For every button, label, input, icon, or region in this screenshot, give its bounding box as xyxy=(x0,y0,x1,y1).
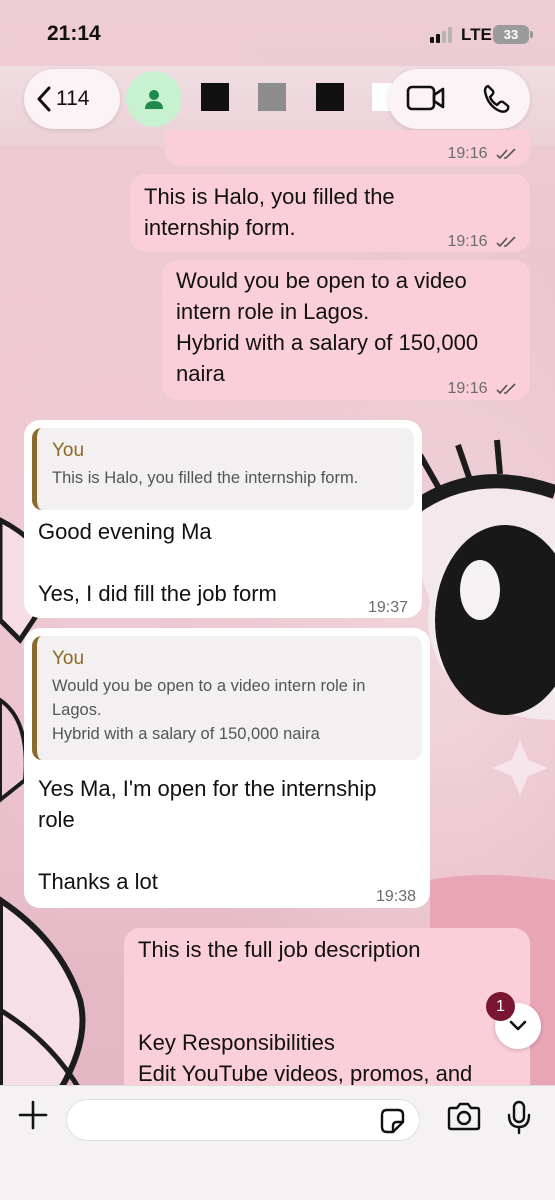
microphone-icon[interactable] xyxy=(506,1100,532,1136)
message-meta: 19:16 xyxy=(448,226,519,257)
quoted-message[interactable]: You This is Halo, you filled the interns… xyxy=(32,428,414,510)
unread-badge: 1 xyxy=(486,992,515,1021)
message-input[interactable] xyxy=(66,1099,420,1141)
message-text: Yes Ma, I'm open for the internship role… xyxy=(38,776,377,894)
message-time: 19:38 xyxy=(375,888,416,905)
contact-person-icon xyxy=(145,90,163,109)
back-button[interactable]: 114 xyxy=(24,69,120,129)
quoted-author: You xyxy=(52,440,85,461)
chevron-down-icon xyxy=(509,1020,527,1031)
message-bubble-outgoing[interactable]: 19:16 xyxy=(165,130,530,166)
message-bubble-incoming[interactable]: You This is Halo, you filled the interns… xyxy=(24,420,422,618)
status-time: 21:14 xyxy=(47,22,101,45)
signal-icon xyxy=(430,27,456,43)
message-composer xyxy=(0,1085,555,1200)
sticker-icon[interactable] xyxy=(377,1106,407,1136)
quoted-message[interactable]: You Would you be open to a video intern … xyxy=(32,636,422,760)
message-bubble-outgoing[interactable]: This is Halo, you filled the internship … xyxy=(130,174,530,252)
message-bubble-outgoing[interactable]: This is the full job description Key Res… xyxy=(124,928,530,1098)
plus-icon[interactable] xyxy=(18,1100,48,1130)
message-text: This is Halo, you filled the internship … xyxy=(144,184,395,240)
message-bubble-outgoing[interactable]: Would you be open to a video intern role… xyxy=(162,260,530,400)
read-ticks-icon xyxy=(496,148,516,159)
unread-chats-count: 114 xyxy=(56,87,90,110)
back-chevron-icon xyxy=(37,86,51,112)
read-ticks-icon xyxy=(496,236,516,247)
status-bar: 21:14 LTE 33 xyxy=(0,0,555,66)
quoted-author: You xyxy=(52,648,85,669)
camera-icon[interactable] xyxy=(446,1102,482,1132)
read-ticks-icon xyxy=(496,383,516,394)
message-text: Good evening Ma Yes, I did fill the job … xyxy=(38,519,277,606)
message-time: 19:16 xyxy=(447,233,488,250)
message-time: 19:16 xyxy=(447,380,488,397)
message-time: 19:37 xyxy=(367,599,408,616)
contact-name-redacted-1 xyxy=(201,83,229,111)
quoted-text: This is Halo, you filled the internship … xyxy=(52,469,359,487)
contact-name-redacted-3 xyxy=(316,83,344,111)
contact-name-redacted-2 xyxy=(258,83,286,111)
contact-avatar[interactable] xyxy=(126,71,182,127)
video-call-icon[interactable] xyxy=(406,84,446,112)
message-bubble-incoming[interactable]: You Would you be open to a video intern … xyxy=(24,628,430,908)
message-meta: 19:16 xyxy=(448,373,519,404)
message-text: Would you be open to a video intern role… xyxy=(176,268,479,386)
network-label: LTE xyxy=(461,25,492,44)
battery-indicator: 33 xyxy=(493,25,533,44)
call-actions xyxy=(388,69,530,129)
message-meta: 19:16 xyxy=(448,138,519,169)
message-text: This is the full job description Key Res… xyxy=(138,937,473,1086)
phone-icon[interactable] xyxy=(481,83,513,115)
quoted-text: Would you be open to a video intern role… xyxy=(52,677,366,743)
message-time: 19:16 xyxy=(447,145,488,162)
